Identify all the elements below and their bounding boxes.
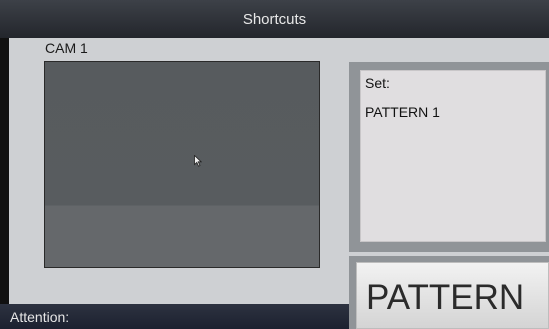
set-value: PATTERN 1 xyxy=(365,104,440,120)
attention-label: Attention: xyxy=(10,309,70,325)
camera-label: CAM 1 xyxy=(45,40,88,56)
mouse-pointer-icon xyxy=(194,155,202,167)
window-title-bar: Shortcuts xyxy=(0,0,549,38)
set-info-panel: Set: PATTERN 1 xyxy=(360,70,546,242)
pattern-button[interactable]: PATTERN xyxy=(356,262,549,329)
video-preview[interactable] xyxy=(44,61,320,268)
window-title: Shortcuts xyxy=(242,10,307,28)
set-label: Set: xyxy=(365,75,390,91)
attention-status-bar: Attention: xyxy=(0,304,349,329)
